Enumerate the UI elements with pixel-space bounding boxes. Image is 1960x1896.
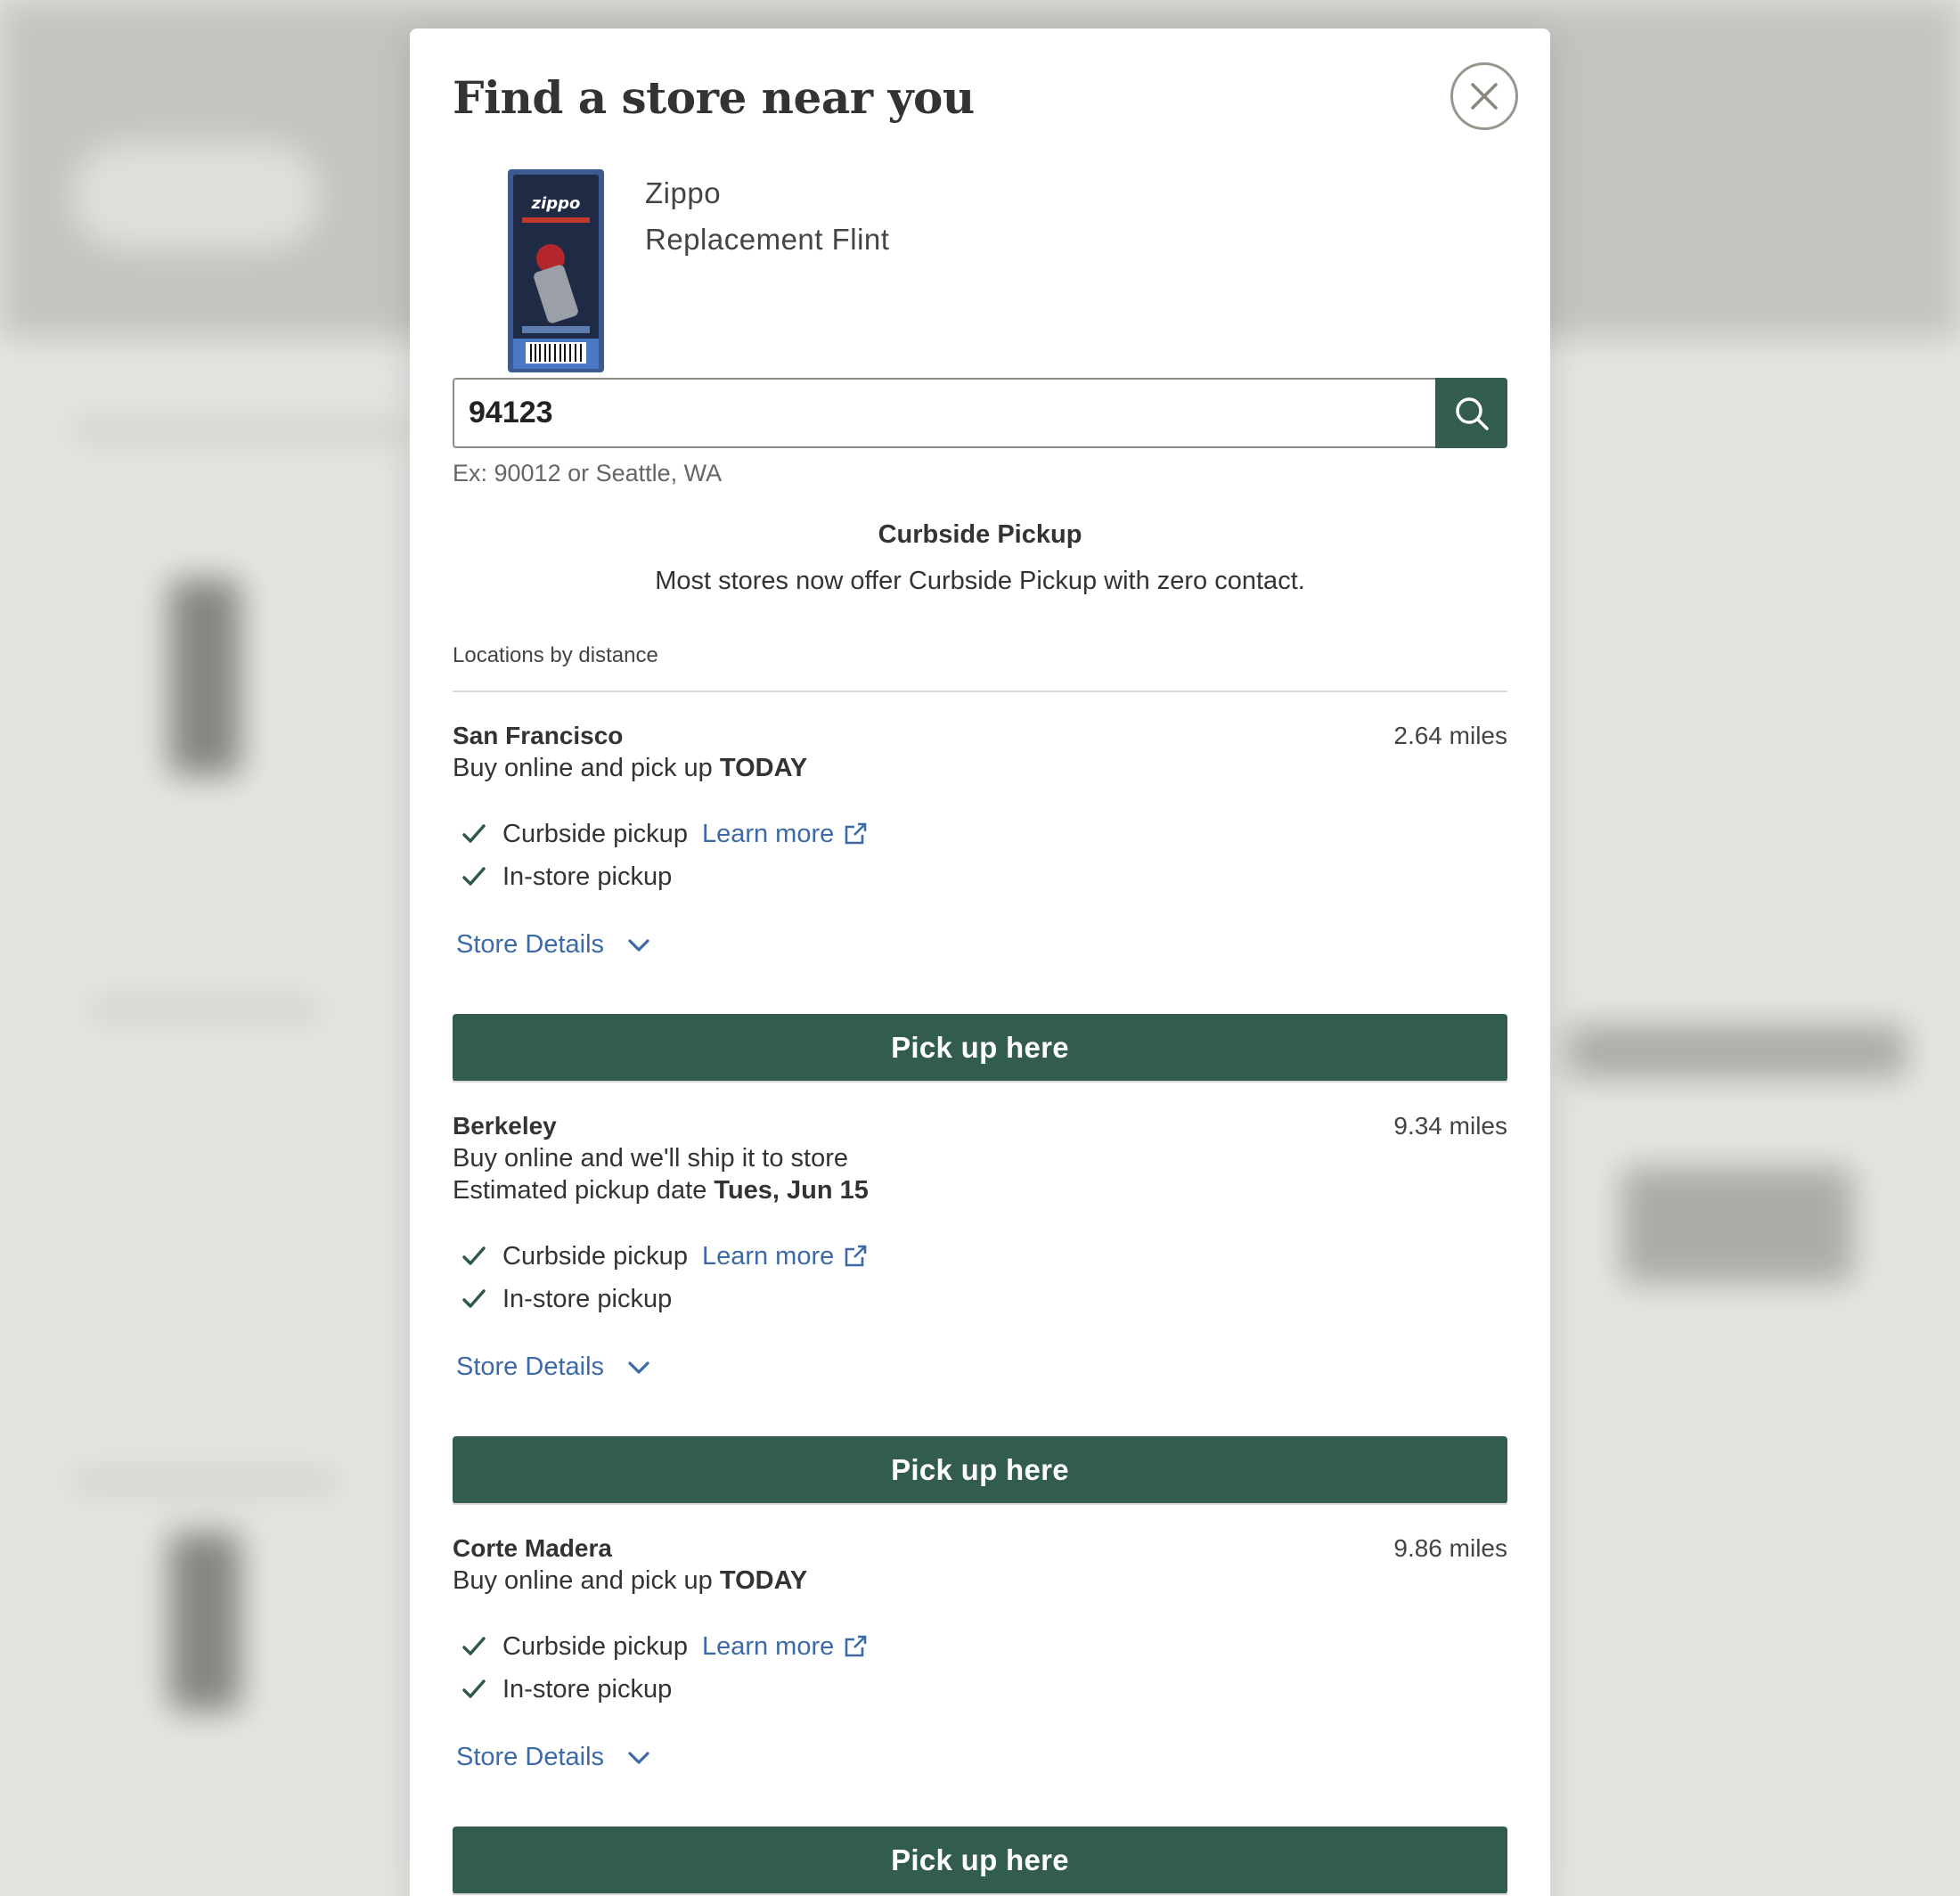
product-image: zippo: [508, 169, 604, 372]
product-name: Replacement Flint: [645, 223, 890, 256]
store-distance: 9.34 miles: [1393, 1112, 1507, 1140]
external-link-icon: [845, 1245, 867, 1267]
estimated-pickup-emphasis: Tues, Jun 15: [714, 1176, 869, 1205]
svg-text:zippo: zippo: [531, 194, 581, 213]
curbside-text: Most stores now offer Curbside Pickup wi…: [655, 567, 1305, 595]
store-details-toggle[interactable]: Store Details: [456, 1353, 652, 1382]
pick-up-here-button[interactable]: Pick up here: [453, 1014, 1507, 1082]
curbside-feature: Curbside pickup Learn more: [460, 1629, 868, 1664]
store-name: Corte Madera: [453, 1534, 612, 1562]
check-icon: [462, 1246, 486, 1265]
store-distance: 9.86 miles: [1393, 1534, 1507, 1562]
store-name: Berkeley: [453, 1112, 557, 1140]
pickup-availability: Buy online and pick up TODAY: [453, 1566, 807, 1596]
check-icon: [462, 1289, 486, 1308]
instore-feature: In-store pickup: [460, 1671, 672, 1707]
instore-label: In-store pickup: [502, 1674, 673, 1704]
curbside-feature: Curbside pickup Learn more: [460, 1238, 868, 1274]
modal-title: Find a store near you: [453, 71, 975, 124]
store-item: San Francisco 2.64 miles Buy online and …: [453, 722, 1507, 1087]
learn-more-link[interactable]: Learn more: [702, 1632, 868, 1662]
pickup-availability: Buy online and we'll ship it to store: [453, 1144, 849, 1173]
search-button[interactable]: [1435, 378, 1507, 448]
search-hint: Ex: 90012 or Seattle, WA: [453, 460, 723, 486]
chevron-down-icon: [628, 1751, 649, 1764]
divider: [453, 1893, 1507, 1895]
product-brand: Zippo: [645, 176, 722, 209]
pickup-availability: Buy online and pick up TODAY: [453, 754, 807, 783]
location-search-input[interactable]: [453, 378, 1435, 448]
divider: [453, 1503, 1507, 1505]
check-icon: [462, 867, 486, 886]
learn-more-label: Learn more: [701, 819, 835, 848]
store-details-label: Store Details: [456, 1743, 605, 1771]
learn-more-link[interactable]: Learn more: [702, 1242, 868, 1271]
check-icon: [462, 824, 486, 843]
store-distance: 2.64 miles: [1393, 722, 1507, 749]
pick-up-here-button[interactable]: Pick up here: [453, 1827, 1507, 1894]
external-link-icon: [845, 1635, 867, 1657]
pickup-availability-emphasis: TODAY: [719, 1566, 808, 1595]
divider: [453, 1081, 1507, 1083]
instore-feature: In-store pickup: [460, 859, 672, 895]
check-icon: [462, 1679, 486, 1698]
estimated-pickup-date: Estimated pickup date Tues, Jun 15: [453, 1176, 869, 1205]
check-icon: [462, 1637, 486, 1655]
curbside-label: Curbside pickup: [502, 1631, 688, 1661]
curbside-label: Curbside pickup: [502, 1241, 688, 1271]
store-details-toggle[interactable]: Store Details: [456, 930, 652, 960]
curbside-title: Curbside Pickup: [878, 520, 1082, 549]
find-store-modal: Find a store near you zippo Zippo Replac…: [410, 29, 1550, 1896]
instore-feature: In-store pickup: [460, 1281, 672, 1317]
learn-more-link[interactable]: Learn more: [702, 820, 868, 849]
instore-label: In-store pickup: [502, 1284, 673, 1313]
store-item: Berkeley 9.34 miles Buy online and we'll…: [453, 1112, 1507, 1522]
close-button[interactable]: [1450, 62, 1518, 130]
store-details-label: Store Details: [456, 1353, 605, 1381]
store-item: Corte Madera 9.86 miles Buy online and p…: [453, 1534, 1507, 1896]
external-link-icon: [845, 822, 867, 845]
pick-up-here-button[interactable]: Pick up here: [453, 1436, 1507, 1504]
store-details-toggle[interactable]: Store Details: [456, 1743, 652, 1772]
locations-label: Locations by distance: [453, 643, 658, 667]
chevron-down-icon: [628, 938, 649, 952]
pickup-availability-emphasis: TODAY: [719, 754, 808, 782]
pickup-availability-text: Buy online and pick up: [453, 1566, 720, 1595]
estimated-pickup-text: Estimated pickup date: [453, 1176, 715, 1205]
divider: [453, 691, 1507, 692]
learn-more-label: Learn more: [701, 1241, 835, 1271]
close-icon: [1471, 83, 1498, 110]
pickup-availability-text: Buy online and pick up: [453, 754, 720, 782]
learn-more-label: Learn more: [701, 1631, 835, 1661]
store-details-label: Store Details: [456, 930, 605, 959]
curbside-label: Curbside pickup: [502, 819, 688, 848]
instore-label: In-store pickup: [502, 862, 673, 891]
search-icon: [1455, 396, 1489, 430]
curbside-feature: Curbside pickup Learn more: [460, 816, 868, 852]
store-name: San Francisco: [453, 722, 624, 749]
chevron-down-icon: [628, 1361, 649, 1374]
